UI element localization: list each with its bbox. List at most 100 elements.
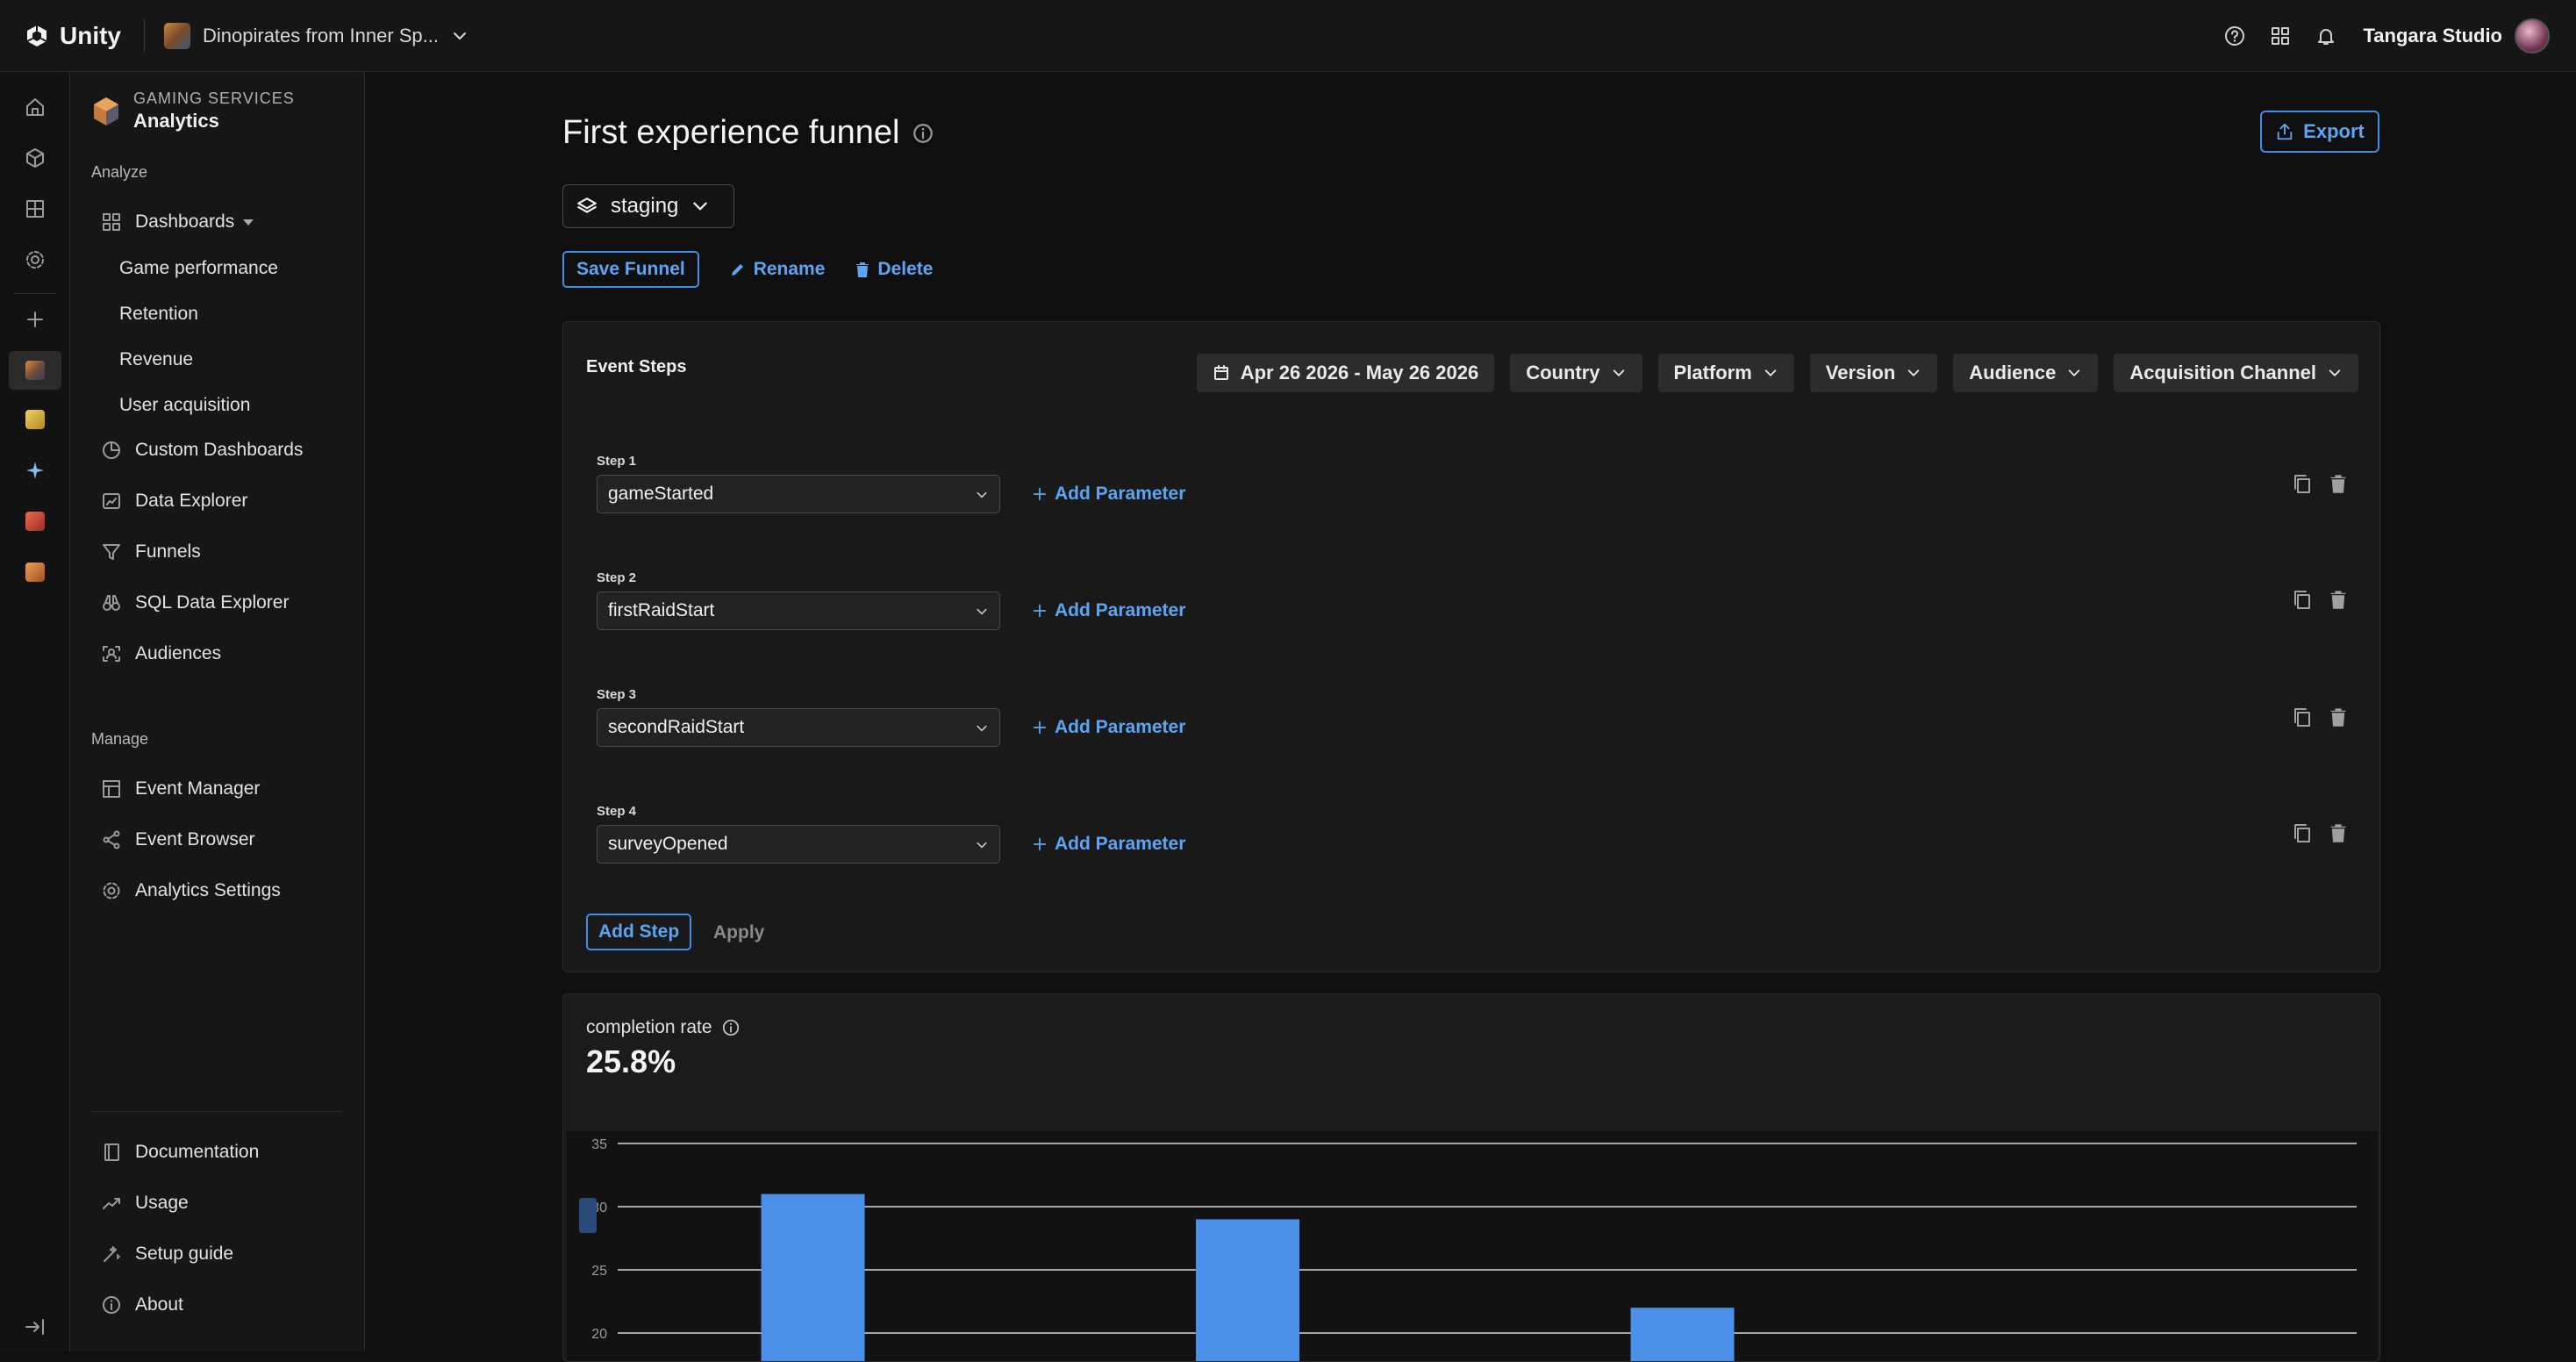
step-event-value: surveyOpened	[608, 834, 728, 854]
sidebar-item-event-browser[interactable]: Event Browser	[100, 827, 255, 853]
add-step-button[interactable]: Add Step	[586, 914, 692, 950]
step-event-select[interactable]: secondRaidStart	[597, 708, 1000, 747]
cube-icon[interactable]	[19, 142, 51, 174]
brand-name: Unity	[60, 21, 121, 49]
sidebar-item-game-performance[interactable]: Game performance	[119, 258, 278, 279]
y-axis-label-marker	[579, 1198, 597, 1233]
sidebar-item-dashboards[interactable]: Dashboards	[100, 209, 254, 235]
sidebar-item-retention[interactable]: Retention	[119, 304, 198, 325]
chevron-down-icon	[975, 721, 989, 735]
filter-bar: Apr 26 2026 - May 26 2026 Country Platfo…	[1196, 354, 2358, 392]
grid-icon[interactable]	[19, 193, 51, 225]
economy-icon[interactable]	[19, 556, 51, 588]
event-steps-panel: Event Steps Apr 26 2026 - May 26 2026 Co…	[562, 321, 2380, 972]
bell-icon[interactable]	[2315, 25, 2337, 47]
binoculars-icon	[100, 591, 123, 614]
add-parameter-button[interactable]: Add Parameter	[1032, 717, 1185, 738]
avatar[interactable]	[2515, 18, 2550, 54]
version-filter[interactable]: Version	[1809, 354, 1938, 392]
sidebar-item-sql-data-explorer[interactable]: SQL Data Explorer	[100, 590, 289, 616]
sidebar-item-setup-guide[interactable]: Setup guide	[100, 1241, 233, 1267]
collapse-sidebar-icon[interactable]	[19, 1311, 51, 1343]
sidebar-item-custom-dashboards[interactable]: Custom Dashboards	[100, 437, 303, 463]
cloud-content-icon[interactable]	[19, 404, 51, 435]
step-label: Step 1	[597, 454, 637, 469]
chevron-down-icon	[975, 488, 989, 502]
sidebar-item-revenue[interactable]: Revenue	[119, 349, 193, 370]
funnel-step-2: Step 2 firstRaidStart Add Parameter	[597, 570, 1185, 630]
chevron-down-icon	[975, 838, 989, 852]
step-event-select[interactable]: gameStarted	[597, 475, 1000, 513]
delete-button[interactable]: Delete	[855, 259, 933, 280]
network-icon	[100, 828, 123, 851]
sidebar-item-audiences[interactable]: Audiences	[100, 641, 221, 667]
analytics-app-icon[interactable]	[9, 351, 61, 390]
sidebar-item-label: Event Browser	[135, 829, 255, 849]
sidebar-divider	[91, 1111, 342, 1112]
step-event-select[interactable]: firstRaidStart	[597, 591, 1000, 630]
trash-icon[interactable]	[2329, 473, 2348, 496]
step-event-value: secondRaidStart	[608, 717, 745, 737]
book-icon	[100, 1141, 123, 1164]
step-event-select[interactable]: surveyOpened	[597, 825, 1000, 864]
sidebar-item-event-manager[interactable]: Event Manager	[100, 776, 260, 802]
add-parameter-button[interactable]: Add Parameter	[1032, 834, 1185, 855]
org-name[interactable]: Tangara Studio	[2364, 25, 2503, 47]
filter-label: Audience	[1969, 362, 2057, 384]
apps-grid-icon[interactable]	[2269, 25, 2292, 47]
trash-icon[interactable]	[2329, 706, 2348, 729]
info-icon[interactable]	[721, 1018, 741, 1037]
sidebar-item-data-explorer[interactable]: Data Explorer	[100, 488, 247, 514]
add-parameter-button[interactable]: Add Parameter	[1032, 484, 1185, 505]
rename-button[interactable]: Rename	[729, 259, 825, 280]
sidebar-item-user-acquisition[interactable]: User acquisition	[119, 395, 250, 416]
sidebar-item-label: Funnels	[135, 541, 201, 562]
funnel-chart: 20 25 30 35	[567, 1131, 2378, 1362]
platform-filter[interactable]: Platform	[1657, 354, 1794, 392]
trash-icon[interactable]	[2329, 589, 2348, 612]
sidebar-item-label: Usage	[135, 1193, 189, 1213]
trash-icon[interactable]	[2329, 822, 2348, 845]
chevron-down-icon	[691, 197, 710, 216]
sidebar-item-analytics-settings[interactable]: Analytics Settings	[100, 878, 281, 904]
bar-firstRaidStart[interactable]	[1196, 1219, 1300, 1362]
gear-icon[interactable]	[19, 244, 51, 276]
funnel-step-4: Step 4 surveyOpened Add Parameter	[597, 804, 1185, 864]
sidebar-item-label: About	[135, 1294, 183, 1315]
sidebar-item-funnels[interactable]: Funnels	[100, 539, 201, 565]
environment-select[interactable]: staging	[562, 184, 734, 228]
main-content: First experience funnel Export staging S…	[365, 72, 2576, 1362]
chart-window-icon	[100, 490, 123, 513]
duplicate-icon[interactable]	[2292, 706, 2313, 729]
filter-label: Apr 26 2026 - May 26 2026	[1240, 362, 1479, 384]
multiplayer-icon[interactable]	[19, 505, 51, 537]
trash-icon	[855, 261, 870, 278]
help-icon[interactable]	[2223, 25, 2246, 47]
sparkle-icon[interactable]	[19, 455, 51, 486]
sidebar-item-usage[interactable]: Usage	[100, 1190, 189, 1216]
add-parameter-button[interactable]: Add Parameter	[1032, 600, 1185, 621]
project-switcher[interactable]: Dinopirates from Inner Sp...	[164, 22, 469, 49]
unity-brand[interactable]: Unity	[25, 22, 121, 50]
save-funnel-button[interactable]: Save Funnel	[562, 251, 699, 288]
export-label: Export	[2303, 120, 2365, 142]
magic-wand-icon	[100, 1243, 123, 1265]
home-icon[interactable]	[19, 91, 51, 123]
sidebar-item-documentation[interactable]: Documentation	[100, 1139, 259, 1165]
bar-gameStarted[interactable]	[761, 1194, 865, 1362]
plus-icon[interactable]	[19, 304, 51, 335]
duplicate-icon[interactable]	[2292, 473, 2313, 496]
bar-secondRaidStart[interactable]	[1630, 1308, 1735, 1362]
sidebar-item-about[interactable]: About	[100, 1292, 183, 1318]
country-filter[interactable]: Country	[1510, 354, 1642, 392]
export-button[interactable]: Export	[2260, 111, 2379, 153]
apply-button[interactable]: Apply	[713, 922, 764, 943]
acquisition-channel-filter[interactable]: Acquisition Channel	[2114, 354, 2358, 392]
filter-label: Acquisition Channel	[2129, 362, 2316, 384]
duplicate-icon[interactable]	[2292, 589, 2313, 612]
audience-filter[interactable]: Audience	[1953, 354, 2099, 392]
filter-label: Country	[1526, 362, 1600, 384]
duplicate-icon[interactable]	[2292, 822, 2313, 845]
info-icon[interactable]	[912, 122, 934, 145]
date-range-filter[interactable]: Apr 26 2026 - May 26 2026	[1196, 354, 1495, 392]
